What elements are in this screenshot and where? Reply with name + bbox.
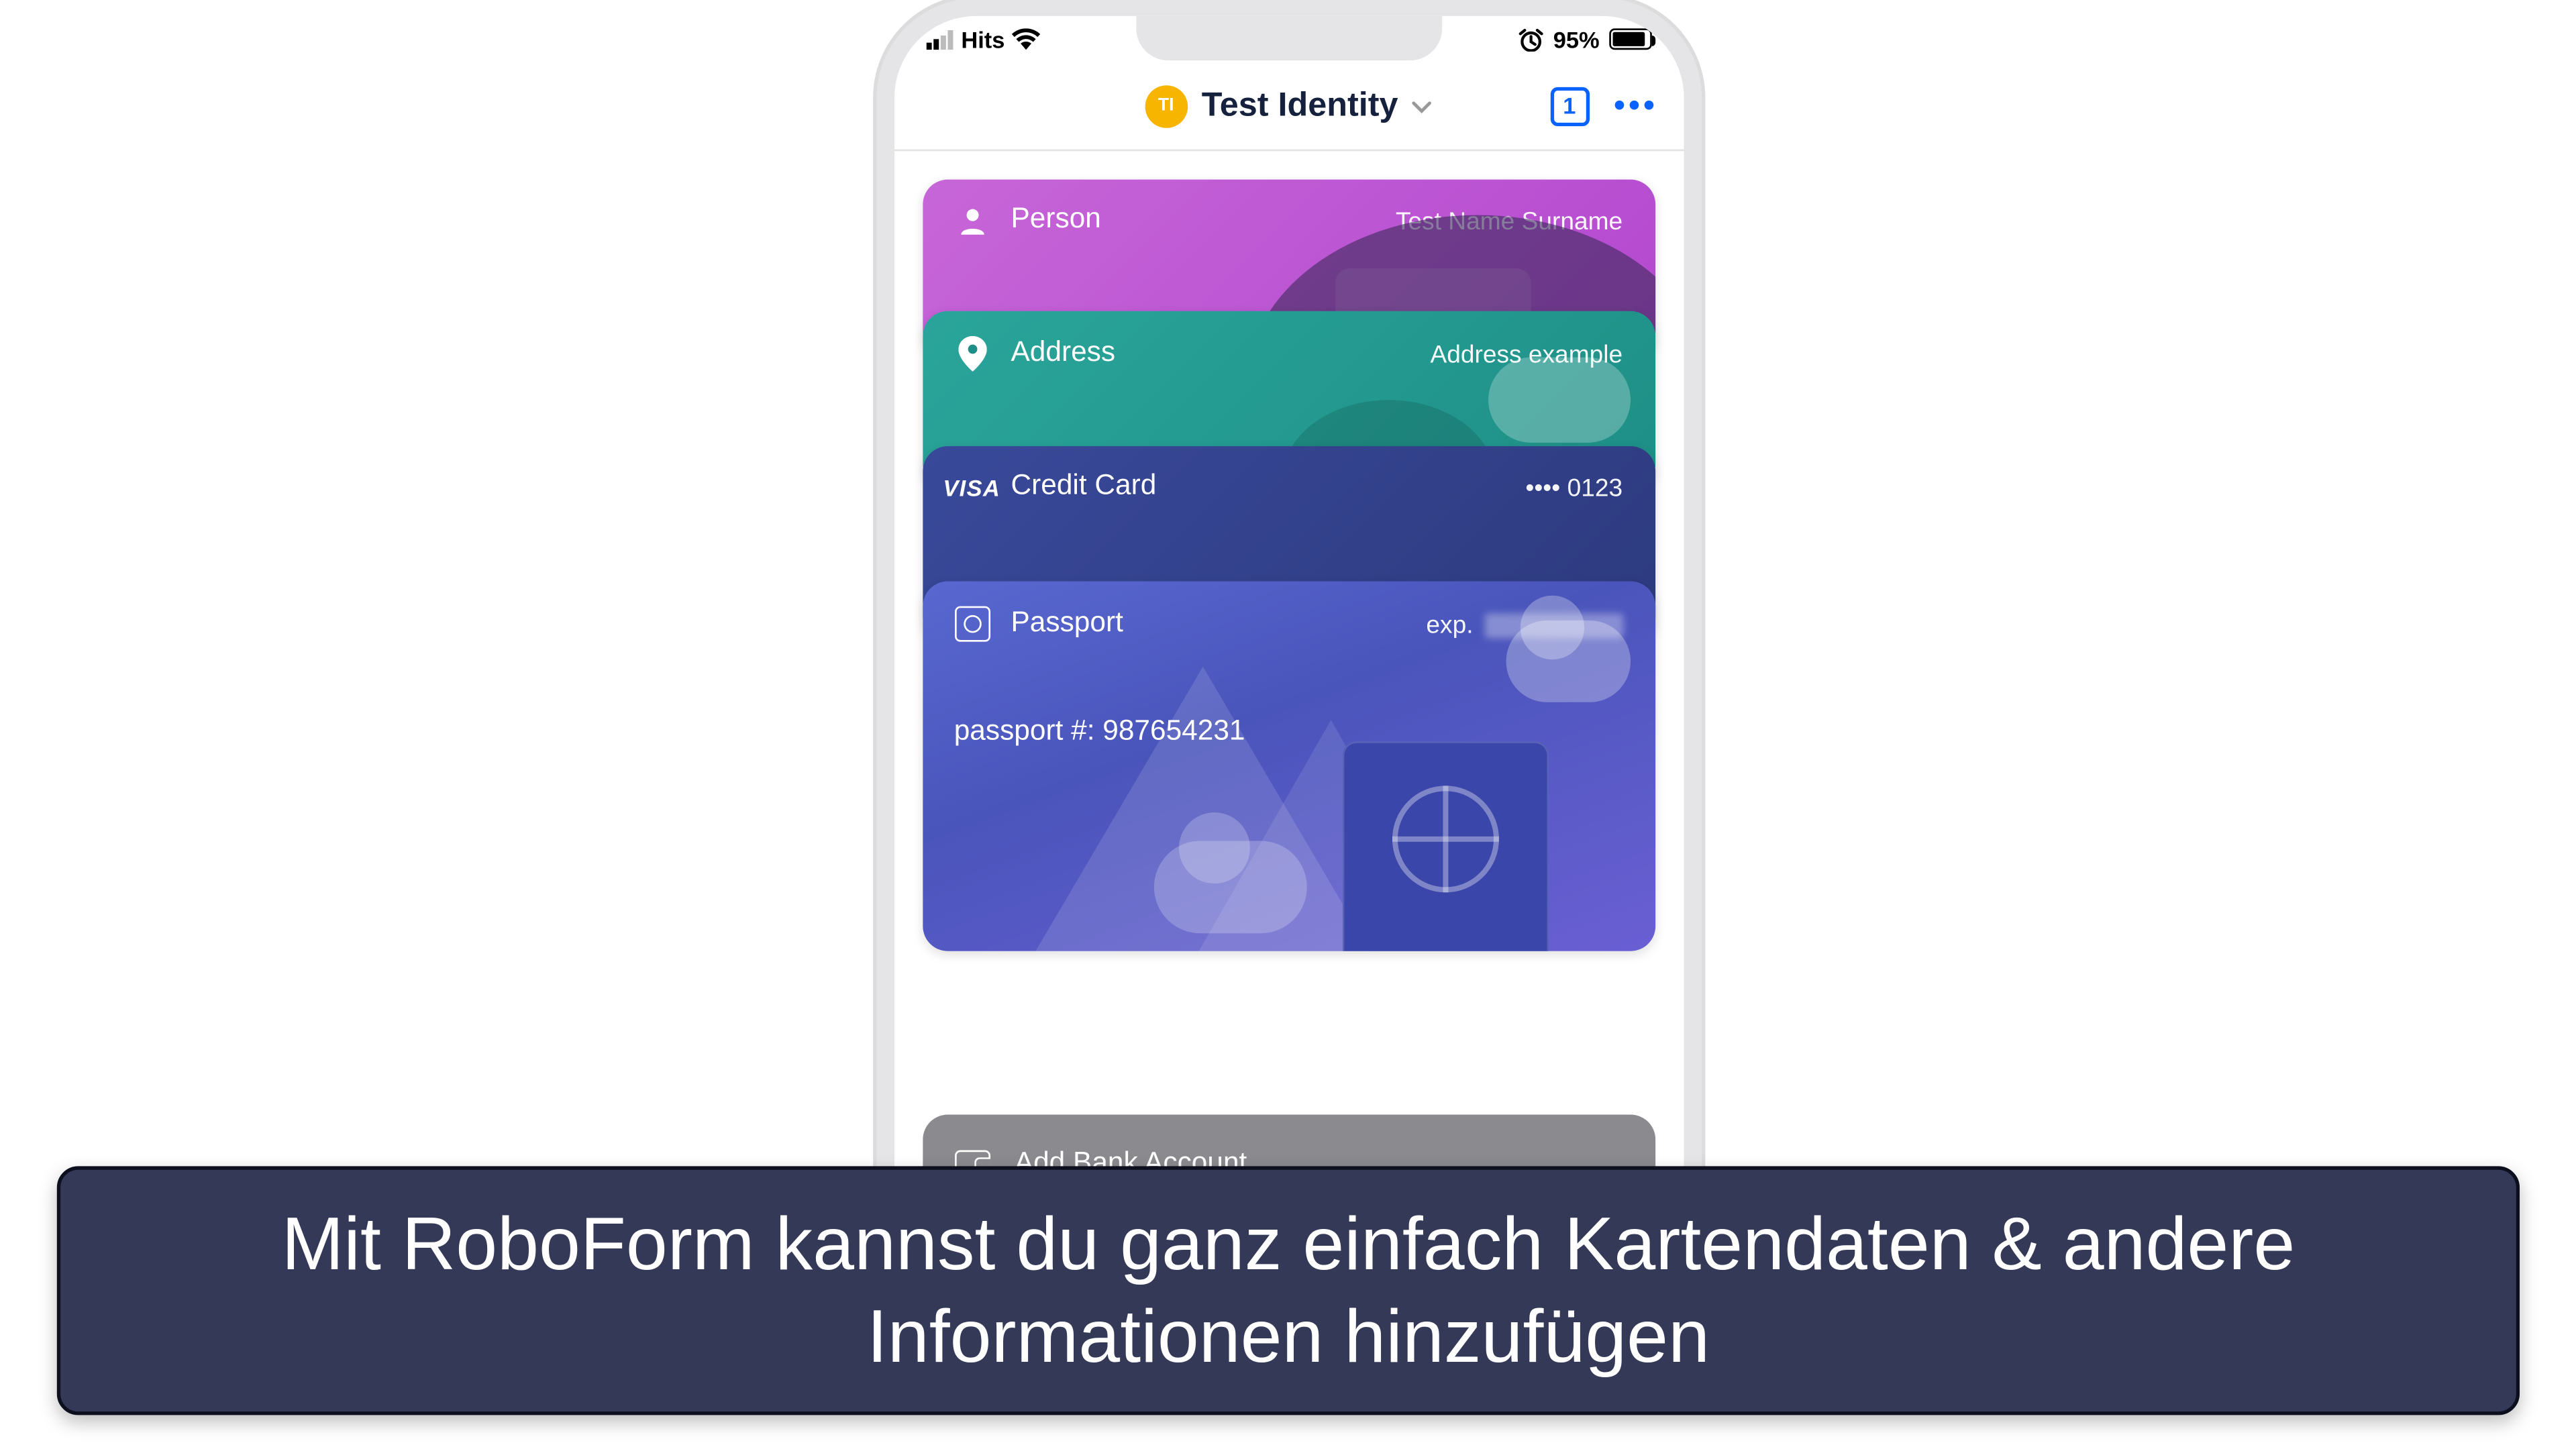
wifi-icon — [1012, 28, 1040, 50]
carrier-label: Hits — [961, 25, 1004, 52]
app-header: TI Test Identity 1 ••• — [894, 62, 1684, 152]
caption-banner: Mit RoboForm kannst du ganz einfach Kart… — [57, 1166, 2520, 1415]
more-options-button[interactable]: ••• — [1614, 87, 1658, 125]
person-card-title: Person — [1011, 205, 1101, 237]
phone-notch — [1135, 16, 1441, 60]
visa-logo-icon: VISA — [954, 474, 990, 500]
avatar: TI — [1145, 85, 1188, 127]
battery-icon — [1608, 28, 1651, 50]
passport-card-title: Passport — [1011, 608, 1123, 640]
phone-screen: Hits 95% TI Test Identity — [894, 16, 1684, 1222]
signal-icon — [925, 30, 954, 49]
passport-icon — [954, 606, 990, 642]
chevron-down-icon — [1412, 90, 1432, 122]
person-card-value: Test Name Surname — [1396, 206, 1622, 234]
pin-icon — [954, 336, 990, 372]
credit-card-title: Credit Card — [1011, 471, 1157, 503]
address-card-title: Address — [1011, 338, 1116, 370]
tab-count-button[interactable]: 1 — [1550, 87, 1589, 125]
passport-illustration-icon — [1341, 741, 1547, 951]
alarm-icon — [1519, 28, 1544, 50]
identity-content: Person Test Name Surname Address Address… — [894, 151, 1684, 1214]
passport-exp-label: exp. — [1426, 610, 1473, 638]
phone-frame: Hits 95% TI Test Identity — [872, 0, 1704, 1222]
identity-name: Test Identity — [1202, 87, 1398, 125]
person-icon — [954, 205, 990, 237]
card-stack: Person Test Name Surname Address Address… — [922, 180, 1655, 951]
credit-card-value: •••• 0123 — [1525, 473, 1622, 501]
passport-exp-redacted — [1484, 614, 1622, 639]
passport-card[interactable]: Passport exp. passport #: 987654231 — [922, 582, 1655, 951]
address-card-value: Address example — [1430, 339, 1622, 368]
caption-text: Mit RoboForm kannst du ganz einfach Kart… — [125, 1197, 2453, 1384]
battery-percent: 95% — [1553, 25, 1600, 52]
passport-exp: exp. — [1419, 610, 1622, 639]
